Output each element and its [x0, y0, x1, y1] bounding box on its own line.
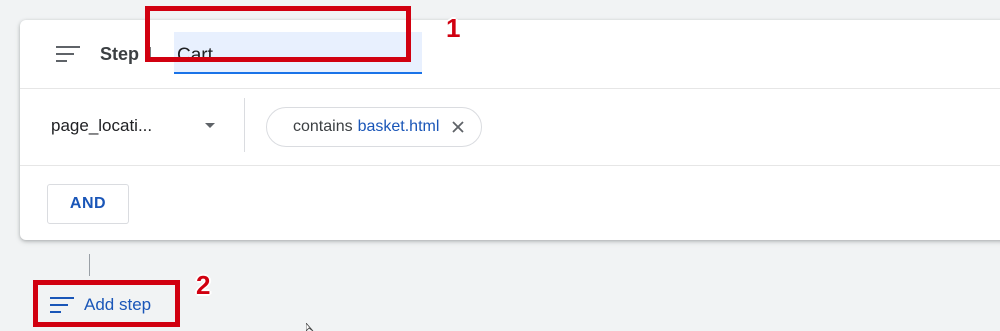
highlight-box-2	[33, 280, 180, 327]
sort-lines-icon	[56, 46, 80, 62]
step-connector-line	[89, 254, 90, 276]
and-button[interactable]: AND	[47, 184, 129, 224]
filter-row: page_locati... contains basket.html	[20, 88, 1000, 166]
dropdown-caret-icon[interactable]	[205, 123, 215, 128]
callout-number-2: 2	[196, 270, 211, 300]
callout-number-1: 1	[446, 13, 461, 43]
dimension-select[interactable]: page_locati...	[51, 116, 152, 136]
divider	[244, 98, 245, 152]
highlight-box-1	[145, 6, 411, 62]
chip-value: basket.html	[357, 118, 440, 135]
chip-operator: contains	[293, 118, 353, 135]
close-icon[interactable]	[451, 120, 465, 134]
filter-chip[interactable]: contains basket.html	[266, 107, 483, 147]
